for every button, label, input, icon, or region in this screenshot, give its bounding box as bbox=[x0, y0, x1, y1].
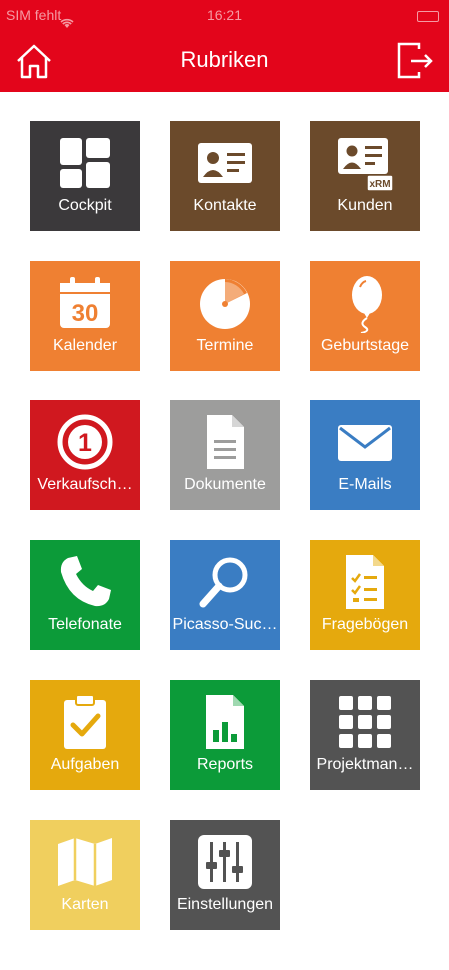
tile-label: Kontakte bbox=[193, 197, 257, 214]
customer-card-icon: xRM bbox=[338, 138, 394, 192]
tile-label: Dokumente bbox=[184, 476, 266, 493]
tile-label: Fragebögen bbox=[321, 616, 409, 633]
questionnaire-icon bbox=[346, 555, 384, 609]
calendar-icon: 30 bbox=[60, 277, 110, 328]
phone-icon bbox=[60, 556, 111, 607]
digit-one: 1 bbox=[78, 429, 92, 457]
grid-icon bbox=[339, 696, 391, 748]
tile-label: Picasso-Suc… bbox=[172, 616, 278, 633]
document-icon bbox=[207, 415, 244, 469]
tile-label: Karten bbox=[61, 896, 109, 913]
tile-einstellungen[interactable]: Einstellungen bbox=[170, 820, 280, 930]
tile-label: Projektman… bbox=[316, 756, 414, 773]
contact-card-icon bbox=[198, 143, 252, 183]
tile-kalender[interactable]: 30 Kalender bbox=[30, 261, 140, 371]
tile-label: E-Mails bbox=[338, 476, 392, 493]
clipboard-check-icon bbox=[64, 694, 106, 749]
calendar-day: 30 bbox=[72, 300, 99, 327]
balloon-icon bbox=[352, 276, 382, 333]
tile-dokumente[interactable]: Dokumente bbox=[170, 400, 280, 510]
tile-geburtstage[interactable]: Geburtstage bbox=[310, 261, 420, 371]
magnifier-icon bbox=[199, 557, 248, 608]
tile-telefonate[interactable]: Telefonate bbox=[30, 540, 140, 650]
map-icon bbox=[58, 838, 112, 886]
tile-reports[interactable]: Reports bbox=[170, 680, 280, 790]
tile-label: Geburtstage bbox=[320, 337, 410, 354]
tile-karten[interactable]: Karten bbox=[30, 820, 140, 930]
tile-label: Aufgaben bbox=[50, 756, 120, 773]
tile-projektmanagement[interactable]: Projektman… bbox=[310, 680, 420, 790]
report-icon bbox=[206, 695, 244, 749]
tile-label: Verkaufsch… bbox=[37, 476, 133, 493]
tile-emails[interactable]: E-Mails bbox=[310, 400, 420, 510]
tile-verkaufschancen[interactable]: 1 Verkaufsch… bbox=[30, 400, 140, 510]
tile-kunden[interactable]: xRM Kunden bbox=[310, 121, 420, 231]
tile-picasso-suche[interactable]: Picasso-Suc… bbox=[170, 540, 280, 650]
tile-label: Termine bbox=[196, 337, 254, 354]
cockpit-icon bbox=[60, 138, 110, 188]
tile-frageboegen[interactable]: Fragebögen bbox=[310, 540, 420, 650]
number-one-icon: 1 bbox=[57, 414, 113, 470]
tile-kontakte[interactable]: Kontakte bbox=[170, 121, 280, 231]
tile-aufgaben[interactable]: Aufgaben bbox=[30, 680, 140, 790]
sliders-icon bbox=[198, 835, 252, 889]
tile-label: Telefonate bbox=[48, 616, 122, 633]
tile-label: Reports bbox=[196, 756, 254, 773]
envelope-icon bbox=[338, 425, 392, 461]
tile-termine[interactable]: Termine bbox=[170, 261, 280, 371]
tile-label: Einstellungen bbox=[176, 896, 274, 913]
rubric-grid: Cockpit Kontakte xRM Kunden 30 Kalender … bbox=[0, 0, 449, 970]
tile-label: Kunden bbox=[337, 197, 393, 214]
tile-cockpit[interactable]: Cockpit bbox=[30, 121, 140, 231]
tile-label: Kalender bbox=[52, 337, 118, 354]
xrm-badge: xRM bbox=[369, 179, 390, 190]
clock-icon bbox=[200, 279, 250, 329]
tile-label: Cockpit bbox=[58, 197, 112, 214]
